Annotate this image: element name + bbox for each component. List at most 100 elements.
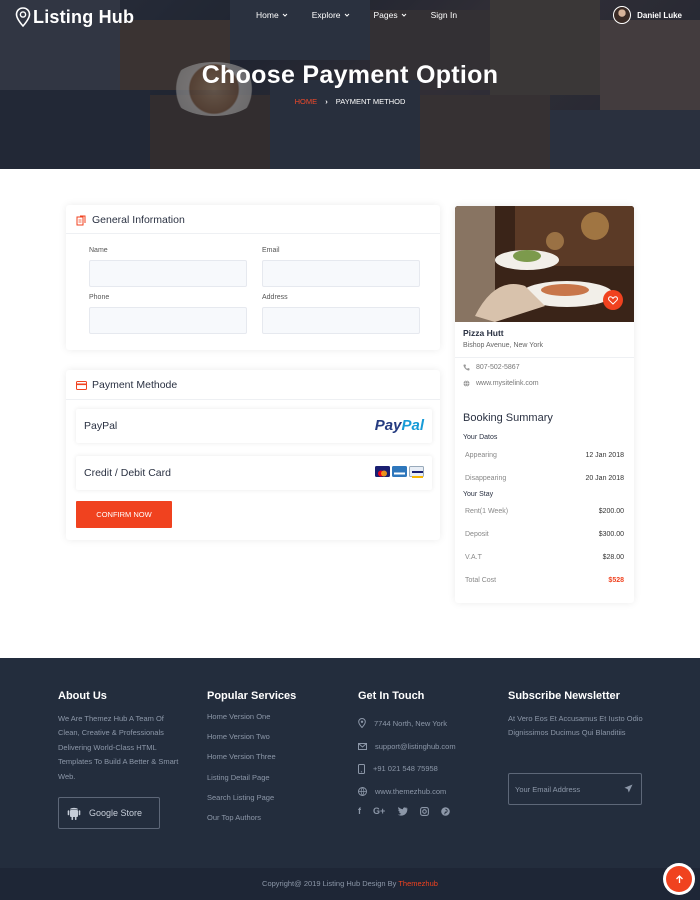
google-plus-icon[interactable]: G+ <box>373 806 385 816</box>
summary-row-label: Rent(1 Week) <box>465 508 509 515</box>
your-dates-title: Your Datos <box>463 434 498 441</box>
footer-link[interactable]: Home Version Two <box>207 732 337 752</box>
paypal-logo-pay: Pay <box>374 417 402 434</box>
footer-newsletter-text: At Vero Eos Et Accusamus Et Iusto Odio D… <box>508 714 643 738</box>
instagram-icon[interactable] <box>420 807 430 816</box>
breadcrumb-home[interactable]: HOME <box>295 97 318 106</box>
breadcrumb: HOME › PAYMENT METHOD <box>0 97 700 106</box>
nav-explore-label: Explore <box>311 10 341 20</box>
contact-email[interactable]: support@listinghub.com <box>358 735 498 758</box>
chevron-down-icon <box>282 13 288 17</box>
paypal-logo-pal: Pal <box>401 417 424 434</box>
nav-sign-in-label: Sign In <box>430 10 458 20</box>
copyright-brand-link[interactable]: Themezhub <box>398 879 438 888</box>
page-title: Choose Payment Option <box>201 61 499 89</box>
avatar <box>613 6 632 24</box>
general-information-header: General Information <box>76 214 185 226</box>
nav-sign-in[interactable]: Sign In <box>431 10 457 20</box>
facebook-icon[interactable]: f <box>358 806 361 816</box>
summary-row: V.A.T $28.00 <box>465 554 624 561</box>
site-logo[interactable]: Listing Hub <box>15 6 134 28</box>
top-navigation: Listing Hub Home Explore Pages Sign In D… <box>0 0 700 34</box>
google-store-button[interactable]: Google Store <box>58 797 160 829</box>
your-stay-title: Your Stay <box>463 491 494 498</box>
paypal-label: PayPal <box>84 420 118 432</box>
email-field[interactable] <box>262 260 420 287</box>
booking-summary-title: Booking Summary <box>463 412 553 424</box>
brand-name: Listing Hub <box>33 6 135 27</box>
mail-icon <box>358 742 367 750</box>
twitter-icon[interactable] <box>397 807 408 816</box>
contact-phone[interactable]: +91 021 548 75958 <box>358 758 498 781</box>
footer-link[interactable]: Home Version Three <box>207 752 337 772</box>
footer-link[interactable]: Home Version One <box>207 712 337 732</box>
summary-row-value: $200.00 <box>598 508 624 515</box>
back-to-top-button[interactable] <box>666 866 692 892</box>
footer-newsletter: Subscribe Newsletter At Vero Eos Et Accu… <box>508 690 648 741</box>
nav-home[interactable]: Home <box>256 10 288 20</box>
contact-address: 7744 North, New York <box>358 712 498 735</box>
footer-contact-title: Get In Touch <box>358 690 425 702</box>
globe-icon <box>358 787 367 797</box>
chevron-down-icon <box>401 13 406 17</box>
heart-icon <box>608 295 618 305</box>
hero-banner: Listing Hub Home Explore Pages Sign In D… <box>0 0 700 169</box>
summary-row-value: 12 Jan 2018 <box>585 452 624 459</box>
main-nav: Home Explore Pages Sign In <box>256 10 481 20</box>
nav-pages[interactable]: Pages <box>374 10 407 20</box>
address-label: Address <box>262 294 288 301</box>
contact-phone-text: +91 021 548 75958 <box>373 764 438 774</box>
payment-option-paypal[interactable]: PayPal PayPal <box>76 409 432 443</box>
contact-web[interactable]: www.themezhub.com <box>358 780 498 803</box>
paypal-logo: PayPal <box>375 417 424 434</box>
google-store-label: Google Store <box>89 808 143 818</box>
newsletter-email-input[interactable] <box>515 774 625 804</box>
listing-website[interactable]: www.mysitelink.com <box>463 380 539 387</box>
email-label: Email <box>262 247 280 254</box>
phone-icon <box>463 364 470 371</box>
summary-row-label: Disappearing <box>465 475 507 482</box>
footer-link[interactable]: Listing Detail Page <box>207 773 337 793</box>
divider <box>66 399 440 400</box>
footer-link[interactable]: Our Top Authors <box>207 813 337 833</box>
summary-row: Rent(1 Week) $200.00 <box>465 508 624 515</box>
nav-home-label: Home <box>256 10 279 20</box>
footer-link[interactable]: Search Listing Page <box>207 793 337 813</box>
favorite-button[interactable] <box>603 290 623 310</box>
android-icon <box>67 807 81 820</box>
copyright-text: Copyright@ 2019 Listing Hub Design By <box>262 879 397 888</box>
send-icon[interactable] <box>624 784 633 793</box>
chevron-down-icon <box>344 13 349 17</box>
summary-row-label: Total Cost <box>465 577 497 584</box>
confirm-now-button[interactable]: CONFIRM NOW <box>76 501 172 528</box>
location-icon <box>358 718 366 729</box>
document-icon <box>76 215 86 225</box>
footer-about-title: About Us <box>58 690 107 702</box>
listing-address: Bishop Avenue, New York <box>463 342 544 349</box>
listing-phone-text: 807-502-5867 <box>476 364 520 371</box>
footer-contact: Get In Touch 7744 North, New York suppor… <box>358 690 498 803</box>
payment-method-header: Payment Methode <box>76 379 177 391</box>
general-information-card: General Information Name Email Phone Add… <box>66 205 440 350</box>
visa-icon <box>409 466 424 478</box>
payment-option-card[interactable]: Credit / Debit Card <box>76 456 432 490</box>
name-label: Name <box>89 247 108 254</box>
payment-method-title: Payment Methode <box>92 379 178 391</box>
listing-name[interactable]: Pizza Hutt <box>463 328 504 338</box>
booking-summary-card: Pizza Hutt Bishop Avenue, New York 807-5… <box>455 206 634 603</box>
nav-pages-label: Pages <box>373 10 398 20</box>
divider <box>66 233 440 234</box>
listing-phone[interactable]: 807-502-5867 <box>463 364 520 371</box>
copyright: Copyright@ 2019 Listing Hub Design By Th… <box>0 879 700 888</box>
address-field[interactable] <box>262 307 420 334</box>
breadcrumb-current: PAYMENT METHOD <box>335 97 406 106</box>
phone-field[interactable] <box>89 307 247 334</box>
credit-card-icon <box>76 380 87 390</box>
pinterest-icon[interactable] <box>441 807 451 816</box>
user-menu[interactable]: Daniel Luke <box>613 6 682 24</box>
breadcrumb-separator: › <box>325 97 328 106</box>
name-field[interactable] <box>89 260 247 287</box>
newsletter-form <box>508 773 642 805</box>
mastercard-icon <box>375 466 390 477</box>
nav-explore[interactable]: Explore <box>312 10 350 20</box>
